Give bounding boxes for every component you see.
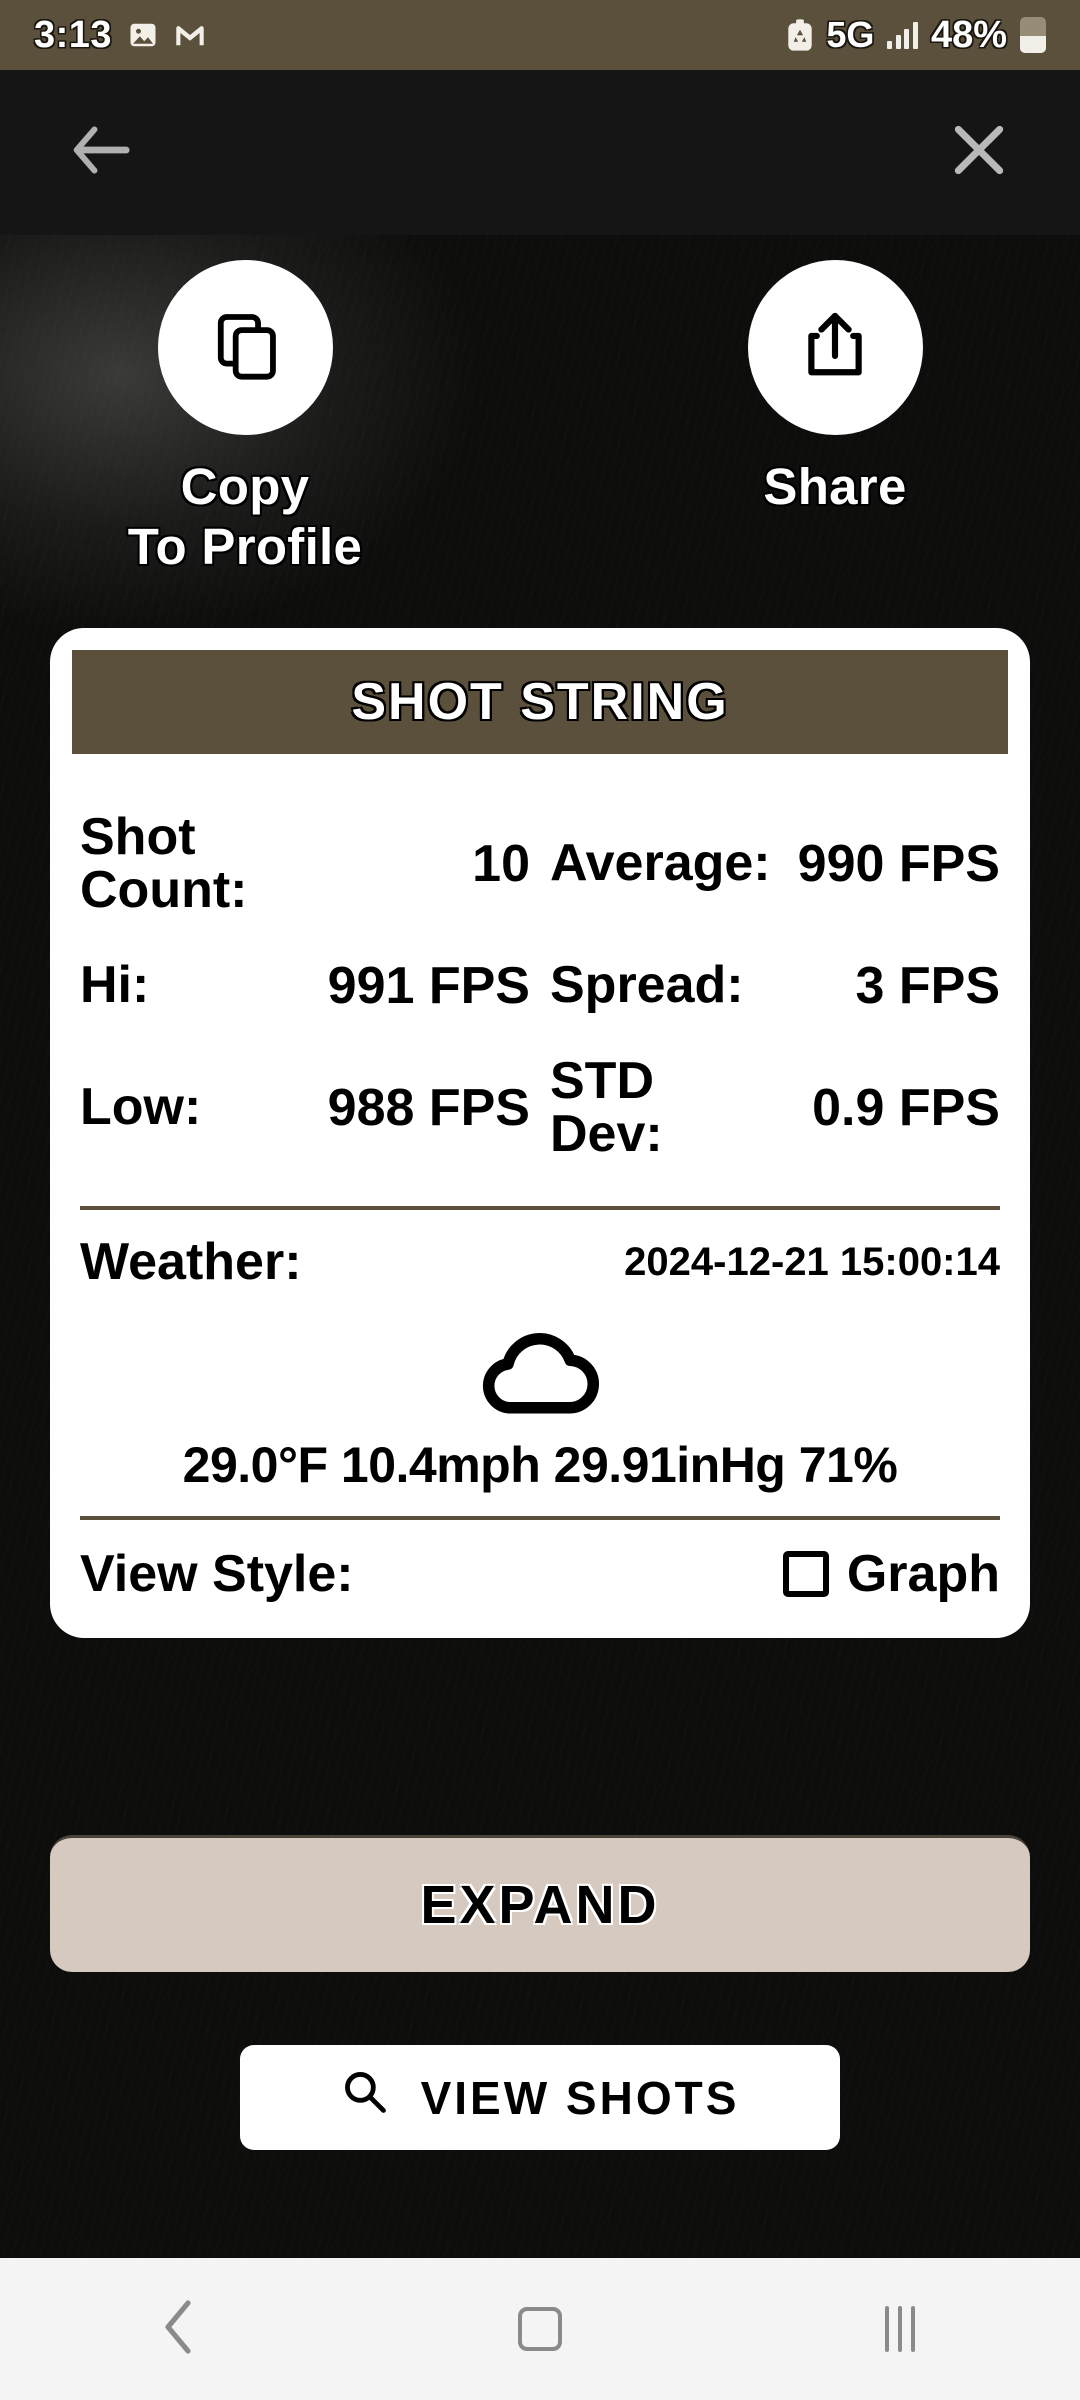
back-arrow-icon [69, 122, 133, 183]
stat-std-dev: STD Dev: 0.9 FPS [540, 1051, 1010, 1163]
std-dev-value: 0.9 FPS [812, 1079, 1000, 1137]
graph-label: Graph [846, 1545, 1000, 1603]
shot-count-label: Shot Count: [80, 807, 248, 919]
search-icon [341, 2068, 389, 2127]
battery-icon [1020, 17, 1046, 53]
stat-shot-count: Shot Count: 10 [70, 807, 540, 919]
shot-count-value: 10 [472, 835, 530, 893]
system-recents-button[interactable] [825, 2279, 975, 2379]
share-button-circle[interactable] [747, 260, 923, 435]
low-label: Low: [80, 1078, 202, 1137]
low-value: 988 FPS [327, 1079, 530, 1137]
graph-checkbox[interactable] [782, 1551, 829, 1597]
copy-to-profile-label: Copy To Profile [128, 457, 362, 577]
status-bar-right: 5G 48% [787, 14, 1046, 57]
signal-icon [887, 21, 918, 49]
copy-label-line1: Copy [180, 458, 310, 515]
battery-percent-label: 48% [930, 13, 1007, 56]
copy-button-circle[interactable] [157, 260, 333, 435]
back-chevron-icon [160, 2299, 200, 2360]
spread-value: 3 FPS [855, 957, 1001, 1015]
share-icon [795, 305, 875, 390]
stat-low: Low: 988 FPS [70, 1078, 540, 1138]
back-button[interactable] [58, 110, 144, 196]
view-shots-label: VIEW SHOTS [420, 2071, 740, 2124]
top-nav-bar [0, 70, 1080, 235]
shot-string-card: SHOT STRING Shot Count: 10 Average: 990 … [50, 628, 1030, 1638]
card-title: SHOT STRING [351, 673, 729, 731]
stats-row-3: Low: 988 FPS STD Dev: 0.9 FPS [70, 1032, 1010, 1184]
cloud-icon [465, 1314, 615, 1424]
view-shots-button[interactable]: VIEW SHOTS [240, 2045, 840, 2150]
weather-values: 29.0°F 10.4mph 29.91inHg 71% [182, 1437, 898, 1493]
network-type-label: 5G [826, 14, 875, 55]
status-bar-left: 3:13 [34, 14, 206, 57]
view-style-row: View Style: Graph [50, 1520, 1030, 1612]
recents-icon [885, 2306, 915, 2352]
stats-row-2: Hi: 991 FPS Spread: 3 FPS [70, 940, 1010, 1032]
stat-hi: Hi: 991 FPS [70, 956, 540, 1016]
weather-header: Weather: 2024-12-21 15:00:14 [50, 1210, 1030, 1292]
close-button[interactable] [936, 110, 1022, 196]
expand-button-label: EXPAND [420, 1875, 660, 1935]
app-screen: 3:13 5G 48% Copy To Profile Share SHOT S… [0, 0, 1080, 2400]
share-button[interactable]: Share [705, 260, 965, 577]
copy-icon [204, 304, 286, 391]
weather-label: Weather: [80, 1233, 302, 1291]
status-bar-clock: 3:13 [34, 13, 113, 56]
copy-label-line2: To Profile [127, 518, 363, 576]
card-header: SHOT STRING [72, 650, 1008, 754]
weather-timestamp: 2024-12-21 15:00:14 [624, 1239, 1000, 1284]
home-icon [518, 2307, 562, 2351]
photo-icon [128, 20, 158, 50]
hi-value: 991 FPS [327, 957, 530, 1015]
stats-row-1: Shot Count: 10 Average: 990 FPS [70, 788, 1010, 940]
status-bar: 3:13 5G 48% [0, 0, 1080, 70]
weather-icon-wrap [50, 1292, 1030, 1430]
system-home-button[interactable] [465, 2279, 615, 2379]
view-style-label: View Style: [80, 1545, 354, 1603]
stat-average: Average: 990 FPS [540, 834, 1010, 894]
system-nav-bar [0, 2258, 1080, 2400]
std-dev-label: STD Dev: [550, 1051, 663, 1163]
action-row: Copy To Profile Share [0, 260, 1080, 577]
graph-option[interactable]: Graph [782, 1544, 1000, 1604]
hi-label: Hi: [80, 956, 150, 1015]
spread-label: Spread: [550, 956, 744, 1015]
average-label: Average: [550, 834, 771, 893]
close-icon [948, 119, 1010, 186]
average-value: 990 FPS [797, 835, 1000, 893]
stat-spread: Spread: 3 FPS [540, 956, 1010, 1016]
copy-to-profile-button[interactable]: Copy To Profile [115, 260, 375, 577]
gmail-icon [174, 22, 206, 48]
expand-button[interactable]: EXPAND [50, 1835, 1030, 1972]
stats-grid: Shot Count: 10 Average: 990 FPS Hi: 991 … [50, 754, 1030, 1184]
system-back-button[interactable] [105, 2279, 255, 2379]
app-icon [787, 18, 813, 52]
share-label: Share [763, 458, 907, 515]
